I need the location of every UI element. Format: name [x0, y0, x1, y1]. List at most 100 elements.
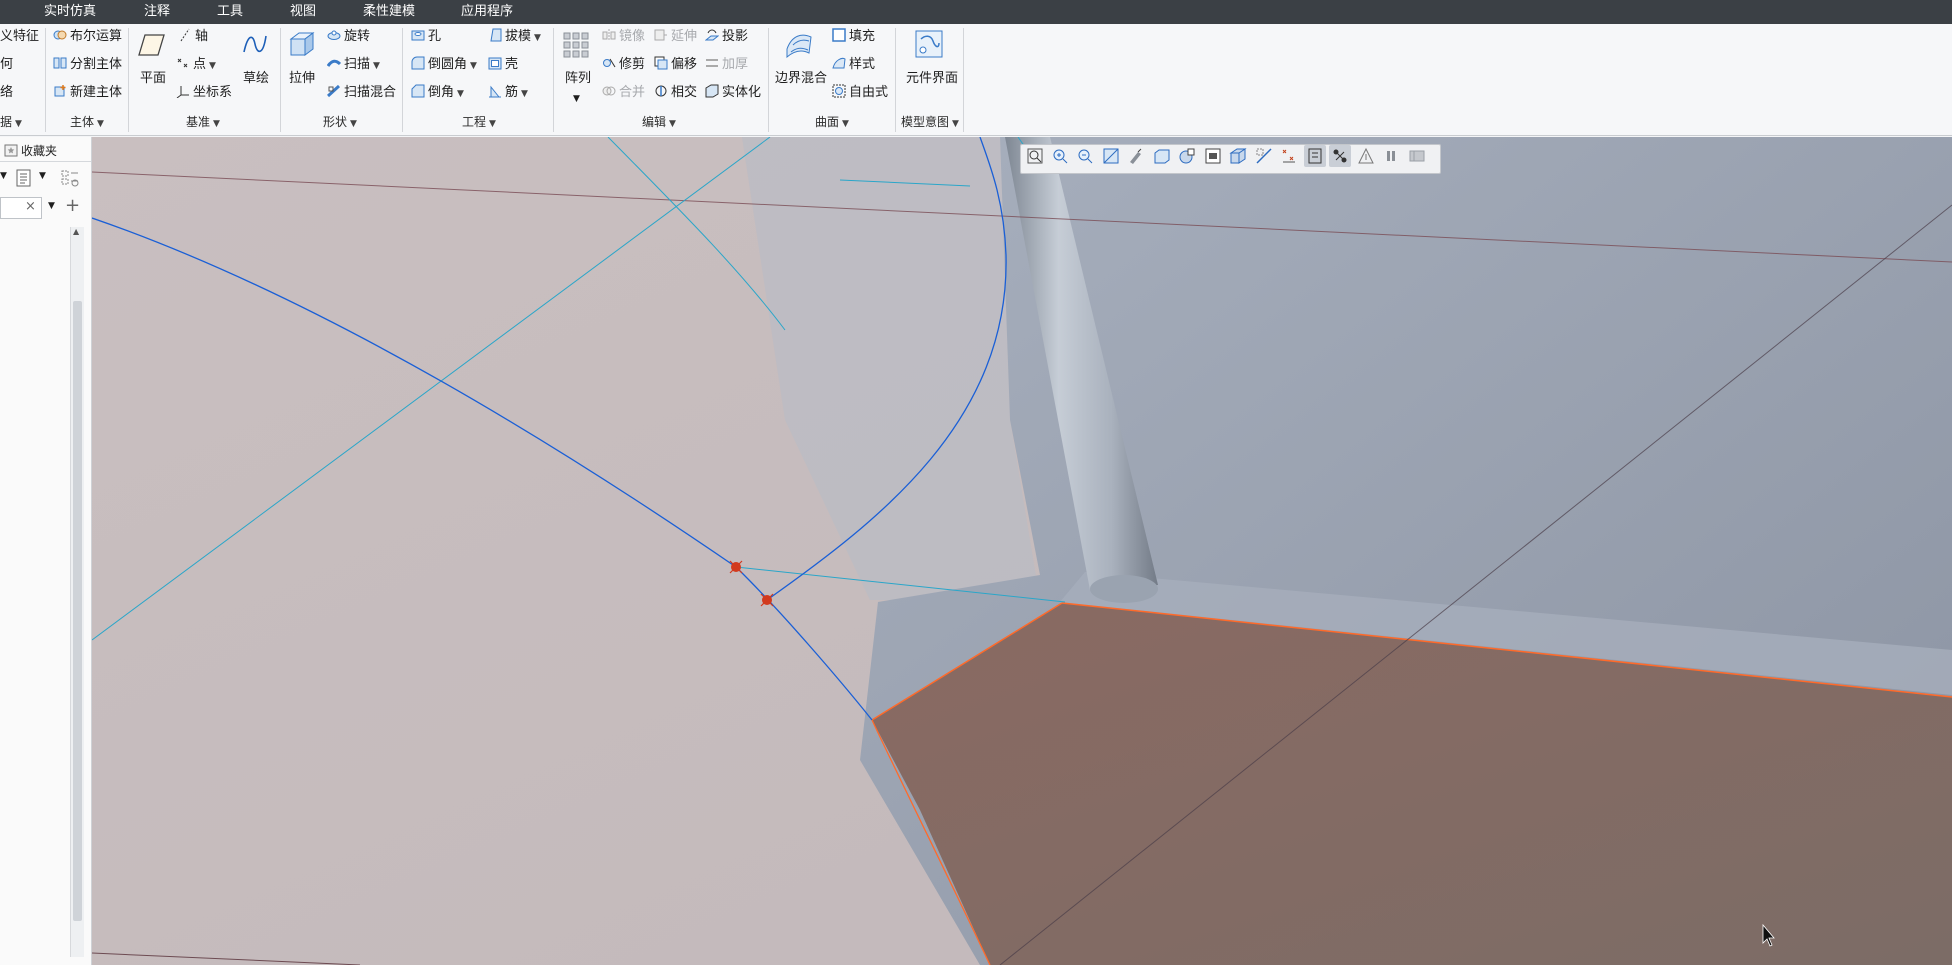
axis-icon: [180, 28, 190, 42]
component-interface-icon[interactable]: [914, 29, 944, 59]
perspective-icon[interactable]: [1227, 145, 1249, 167]
tree-settings-dropdown[interactable]: ▼: [39, 171, 46, 181]
display-style-icon[interactable]: [1151, 145, 1173, 167]
graphics-area[interactable]: [92, 137, 1952, 965]
view-manager-icon[interactable]: [1202, 145, 1224, 167]
menu-flexible-modeling[interactable]: 柔性建模: [363, 3, 415, 21]
style-button[interactable]: 样式: [832, 56, 875, 74]
mirror-button[interactable]: 镜像: [602, 28, 645, 46]
merge-button[interactable]: 合并: [602, 84, 645, 102]
datum-point-1[interactable]: [729, 560, 743, 574]
clear-search-icon[interactable]: ×: [25, 199, 36, 214]
pause-icon[interactable]: [1380, 145, 1402, 167]
dropdown-caret-icon[interactable]: ▼: [0, 171, 7, 181]
new-body-button[interactable]: 新建主体: [53, 84, 122, 102]
annotation-display-icon[interactable]: [1278, 145, 1300, 167]
swept-blend-icon: [327, 84, 341, 98]
group-label-editing[interactable]: 编辑 ▼: [642, 113, 676, 130]
group-label-datum[interactable]: 基准 ▼: [186, 113, 220, 130]
csys-icon: [176, 86, 189, 98]
menu-simulation[interactable]: 实时仿真: [44, 3, 96, 21]
tree-scrollbar[interactable]: ▲: [70, 227, 84, 957]
extend-button[interactable]: 延伸: [654, 28, 697, 46]
swept-blend-button[interactable]: 扫描混合: [327, 84, 396, 102]
menu-annotate[interactable]: 注释: [144, 3, 170, 21]
csys-display-icon[interactable]: [1355, 145, 1377, 167]
trim-icon: [603, 58, 616, 68]
datum-point-2[interactable]: [760, 593, 774, 607]
ribbon-partial-item-3[interactable]: 络: [0, 84, 13, 102]
axis-button[interactable]: 轴: [178, 28, 208, 46]
sketch-icon[interactable]: [241, 30, 269, 58]
datum-display-icon[interactable]: [1253, 145, 1275, 167]
menu-applications[interactable]: 应用程序: [461, 3, 513, 21]
sketch-button[interactable]: 草绘: [243, 70, 269, 88]
offset-icon: [654, 56, 668, 70]
pattern-dropdown[interactable]: ▼: [573, 90, 580, 108]
fill-icon: [832, 28, 846, 42]
shell-button[interactable]: 壳: [488, 56, 518, 74]
appearance-icon[interactable]: [1406, 145, 1428, 167]
group-label-body[interactable]: 主体 ▼: [70, 113, 104, 130]
rib-button[interactable]: 筋 ▼: [488, 84, 528, 103]
group-separator: [963, 28, 964, 132]
sweep-icon: [327, 59, 341, 67]
pan-icon[interactable]: [1125, 145, 1147, 167]
group-label-shape[interactable]: 形状 ▼: [323, 113, 357, 130]
point-button[interactable]: 点 ▼: [176, 56, 216, 75]
offset-button[interactable]: 偏移: [654, 56, 697, 74]
split-body-button[interactable]: 分割主体: [53, 56, 122, 74]
thicken-button[interactable]: 加厚: [705, 56, 748, 74]
zoom-in-icon[interactable]: [1049, 145, 1071, 167]
boolean-button[interactable]: 布尔运算: [53, 28, 122, 46]
thicken-icon: [706, 59, 718, 67]
tree-settings-icon[interactable]: [15, 169, 33, 187]
fill-button[interactable]: 填充: [832, 28, 875, 46]
plane-button[interactable]: 平面: [140, 70, 166, 88]
chamfer-button[interactable]: 倒角 ▼: [411, 84, 464, 103]
group-separator: [895, 28, 896, 132]
point-display-icon[interactable]: [1329, 145, 1351, 167]
project-button[interactable]: 投影: [705, 28, 748, 46]
ribbon: 义特征 何 络 据 ▼ 布尔运算 分割主体 新建主体 主体 ▼ 平面 轴 点 ▼ 坐标…: [0, 24, 1952, 136]
group-label-partial[interactable]: 据 ▼: [0, 113, 22, 130]
group-label-surfaces[interactable]: 曲面 ▼: [815, 113, 849, 130]
draft-button[interactable]: 拔模 ▼: [488, 28, 541, 47]
intersect-button[interactable]: 相交: [654, 84, 697, 102]
group-label-engineering[interactable]: 工程 ▼: [462, 113, 496, 130]
menu-tools[interactable]: 工具: [217, 3, 243, 21]
solidify-button[interactable]: 实体化: [705, 84, 761, 102]
saved-orientations-icon[interactable]: [1176, 145, 1198, 167]
favorites-tab[interactable]: 收藏夹: [4, 142, 57, 160]
scroll-thumb[interactable]: [73, 301, 82, 921]
extrude-icon[interactable]: [287, 29, 317, 59]
boundary-blend-icon[interactable]: [784, 29, 814, 59]
ribbon-partial-item-2[interactable]: 何: [0, 56, 13, 74]
sweep-button[interactable]: 扫描 ▼: [327, 56, 380, 75]
spin-center-icon[interactable]: [1304, 145, 1326, 167]
show-filter-icon[interactable]: [60, 169, 80, 187]
component-interface-button[interactable]: 元件界面: [906, 70, 958, 88]
search-dropdown[interactable]: ▼: [48, 201, 55, 211]
solidify-icon: [705, 84, 719, 98]
scroll-up-icon[interactable]: ▲: [73, 227, 79, 236]
hole-button[interactable]: 孔: [411, 28, 441, 46]
round-button[interactable]: 倒圆角 ▼: [411, 56, 477, 75]
repaint-icon[interactable]: [1100, 145, 1122, 167]
plane-icon[interactable]: [138, 32, 166, 58]
ribbon-partial-item-1[interactable]: 义特征: [0, 28, 39, 46]
refit-icon[interactable]: [1024, 145, 1046, 167]
pattern-button[interactable]: 阵列: [565, 70, 591, 88]
model-scene[interactable]: [92, 137, 1952, 965]
add-icon[interactable]: +: [65, 195, 80, 216]
boundary-blend-button[interactable]: 边界混合: [775, 70, 827, 88]
extrude-button[interactable]: 拉伸: [289, 70, 315, 88]
group-label-model-intent[interactable]: 模型意图 ▼: [901, 113, 959, 130]
trim-button[interactable]: 修剪: [602, 56, 645, 74]
pattern-icon[interactable]: [562, 31, 590, 59]
csys-button[interactable]: 坐标系: [176, 84, 232, 102]
zoom-out-icon[interactable]: [1074, 145, 1096, 167]
freestyle-button[interactable]: 自由式: [832, 84, 888, 102]
revolve-button[interactable]: 旋转: [327, 28, 370, 46]
menu-view[interactable]: 视图: [290, 3, 316, 21]
